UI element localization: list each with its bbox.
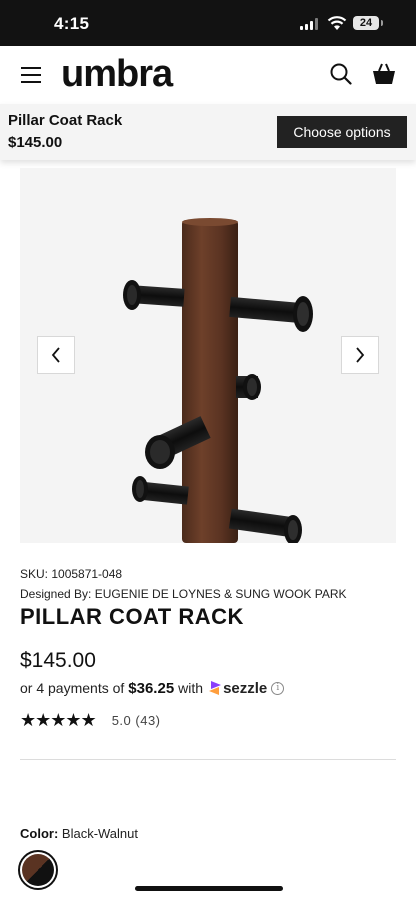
rating-value: 5.0 xyxy=(111,713,132,728)
sticky-product-price: $145.00 xyxy=(8,134,63,151)
cart-basket-icon[interactable] xyxy=(372,63,396,85)
choose-options-button[interactable]: Choose options xyxy=(277,116,407,148)
installment-with: with xyxy=(178,680,204,696)
installment-amount: $36.25 xyxy=(128,679,175,697)
signal-icon xyxy=(300,18,320,30)
hamburger-menu-icon[interactable] xyxy=(21,67,41,83)
hook-upper-left xyxy=(123,280,185,310)
installment-prefix: or 4 payments of xyxy=(20,680,125,696)
product-image xyxy=(123,218,313,543)
sezzle-text: sezzle xyxy=(223,679,268,697)
hook-lower-left xyxy=(132,476,189,505)
product-designer: Designed By: EUGENIE DE LOYNES & SUNG WO… xyxy=(20,587,347,601)
sezzle-mark-icon xyxy=(209,681,222,695)
rating-stars-icon: ★★★★★ xyxy=(20,710,97,730)
product-image-gallery[interactable] xyxy=(20,168,396,543)
swatch-fill xyxy=(22,854,54,886)
chevron-right-icon xyxy=(356,347,365,363)
product-title: PILLAR COAT RACK xyxy=(20,604,244,629)
color-swatch-black-walnut[interactable] xyxy=(18,850,58,890)
gallery-next-button[interactable] xyxy=(341,336,379,374)
battery-icon: 24 xyxy=(353,16,379,30)
hook-upper-right xyxy=(229,296,313,332)
site-header: umbra xyxy=(0,46,416,105)
umbra-logo[interactable]: umbra xyxy=(61,53,173,96)
product-sku: SKU: 1005871-048 xyxy=(20,567,123,581)
rating-score: 5.0 (43) xyxy=(112,713,161,728)
search-icon[interactable] xyxy=(330,63,352,85)
color-label-key: Color: xyxy=(20,826,59,841)
product-rating[interactable]: ★★★★★ 5.0 (43) xyxy=(20,710,161,731)
battery-cap xyxy=(381,20,383,26)
sticky-product-bar: Pillar Coat Rack $145.00 Choose options xyxy=(0,104,416,160)
hook-lower-right xyxy=(228,508,302,543)
gallery-prev-button[interactable] xyxy=(37,336,75,374)
hook-middle-right xyxy=(236,374,261,400)
product-price: $145.00 xyxy=(20,649,96,672)
color-label-value: Black-Walnut xyxy=(61,826,139,841)
sticky-product-name: Pillar Coat Rack xyxy=(8,112,123,129)
sezzle-logo[interactable]: sezzle xyxy=(207,679,267,697)
status-time: 4:15 xyxy=(54,14,90,33)
color-label: Color: Black-Walnut xyxy=(20,826,138,841)
wifi-icon xyxy=(327,16,347,30)
chevron-left-icon xyxy=(51,347,60,363)
info-icon[interactable]: i xyxy=(271,681,285,695)
review-count: (43) xyxy=(135,713,161,728)
section-divider xyxy=(20,759,396,760)
status-bar: 4:15 24 xyxy=(0,0,416,46)
installment-offer: or 4 payments of $36.25 with sezzle i xyxy=(20,679,285,697)
home-indicator[interactable] xyxy=(135,886,283,891)
